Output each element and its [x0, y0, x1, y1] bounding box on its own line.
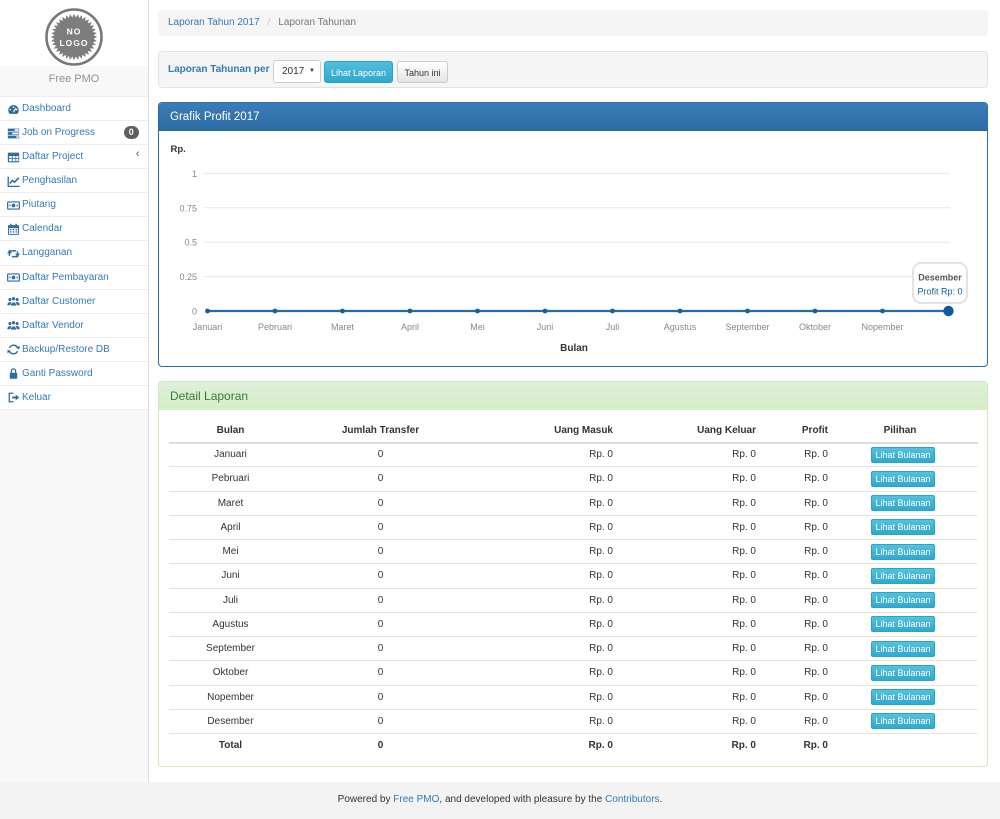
svg-text:Nopember: Nopember — [861, 322, 903, 332]
svg-text:0.75: 0.75 — [179, 203, 197, 213]
svg-text:Pebruari: Pebruari — [258, 322, 292, 332]
svg-text:Bulan: Bulan — [560, 343, 588, 354]
svg-text:Januari: Januari — [193, 322, 223, 332]
svg-text:1: 1 — [192, 169, 197, 179]
svg-text:September: September — [725, 322, 769, 332]
svg-text:Rp.: Rp. — [171, 144, 186, 155]
svg-text:Mei: Mei — [470, 322, 485, 332]
svg-text:Profit Rp: 0: Profit Rp: 0 — [917, 287, 962, 297]
svg-text:Juni: Juni — [537, 322, 554, 332]
svg-text:0: 0 — [192, 307, 197, 317]
svg-text:0.5: 0.5 — [184, 238, 197, 248]
svg-text:Maret: Maret — [331, 322, 355, 332]
svg-text:Desember: Desember — [918, 273, 962, 283]
svg-text:0.25: 0.25 — [179, 272, 197, 282]
svg-text:LOGO: LOGO — [59, 38, 88, 48]
svg-text:Oktober: Oktober — [799, 322, 831, 332]
svg-text:Agustus: Agustus — [664, 322, 697, 332]
svg-text:Juli: Juli — [606, 322, 620, 332]
svg-text:NO: NO — [67, 27, 82, 37]
svg-text:April: April — [401, 322, 419, 332]
